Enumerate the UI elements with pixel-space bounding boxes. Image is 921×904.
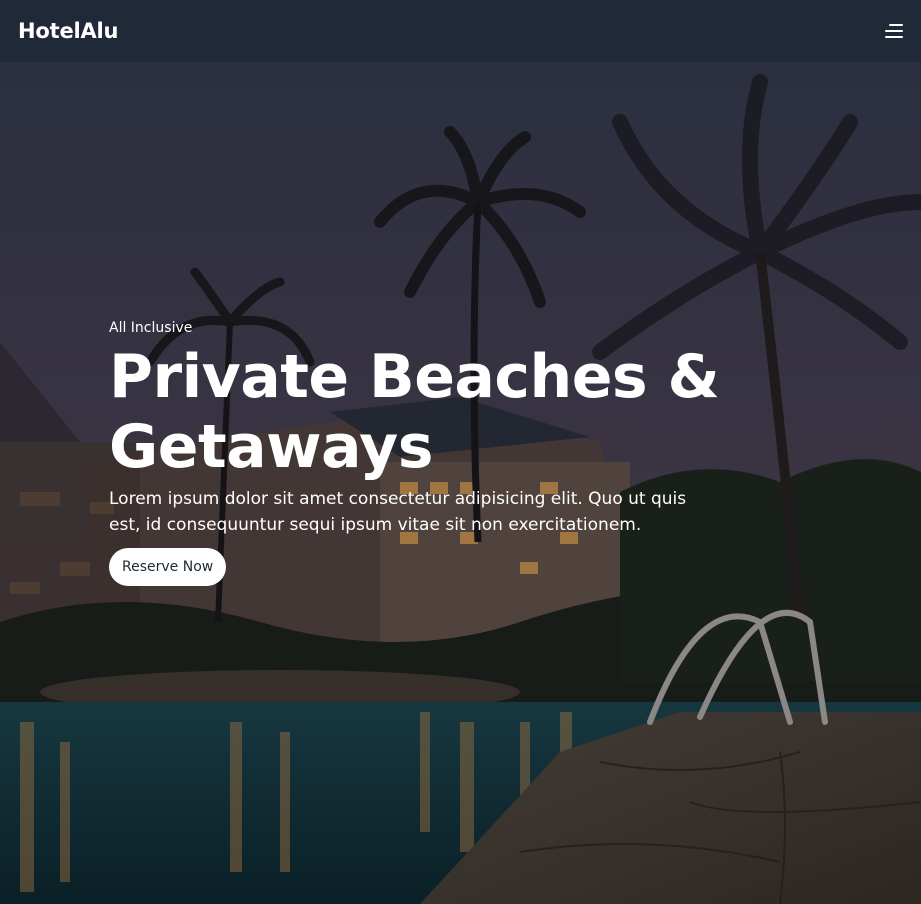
hamburger-menu-icon[interactable] xyxy=(881,21,903,41)
hero-content: All Inclusive Private Beaches & Getaways… xyxy=(109,320,749,586)
hero-description: Lorem ipsum dolor sit amet consectetur a… xyxy=(109,489,687,535)
hero-kicker: All Inclusive xyxy=(109,320,193,336)
navbar: HotelAlu xyxy=(0,0,921,62)
brand-logo[interactable]: HotelAlu xyxy=(18,19,118,43)
reserve-now-button[interactable]: Reserve Now xyxy=(109,548,227,586)
hero-section: All Inclusive Private Beaches & Getaways… xyxy=(0,62,921,904)
hero-headline: Private Beaches & Getaways xyxy=(109,342,720,482)
